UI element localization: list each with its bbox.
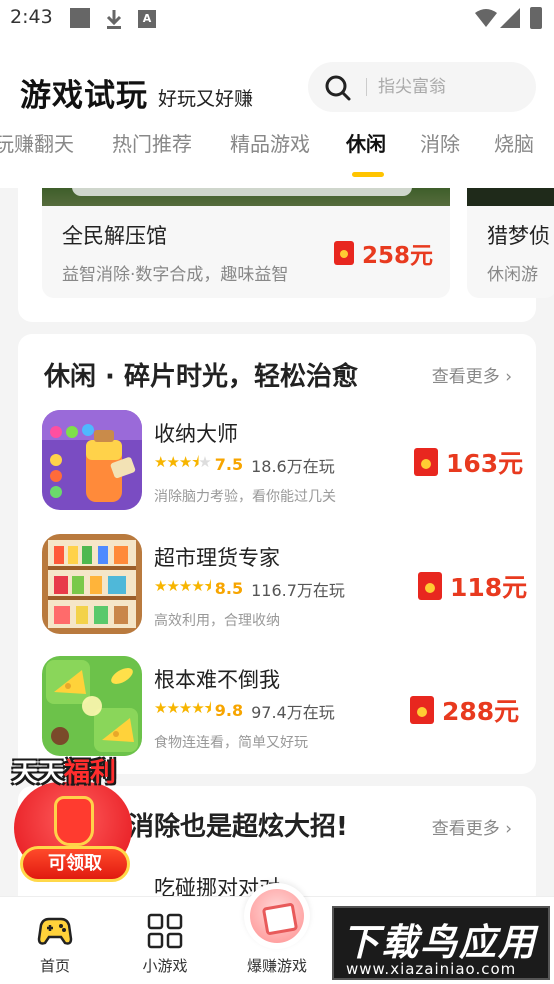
grid-icon <box>147 913 183 949</box>
reward-badge: 288元 <box>410 692 519 728</box>
game-rating: 8.5 <box>214 579 244 598</box>
potion-sort-icon[interactable] <box>42 410 142 510</box>
casual-section: 休闲 · 碎片时光，轻松治愈 查看更多 › 收纳大师 ★★★⯨★ 7.5 18.… <box>18 334 536 774</box>
game-name: 根本难不倒我 <box>154 668 280 692</box>
nav-label: 小游戏 <box>142 957 188 975</box>
nav-hot-games[interactable]: 爆赚游戏 <box>222 897 332 984</box>
wifi-icon <box>475 9 497 27</box>
banner-desc: 益智消除·数字合成，趣味益智 <box>62 265 289 285</box>
daily-bonus-promo[interactable]: 天天福利 可领取 <box>8 752 142 886</box>
game-desc: 食物连连看，简单又好玩 <box>154 735 308 751</box>
tab-hot[interactable]: 热门推荐 <box>112 128 192 168</box>
status-time: 2:43 <box>10 6 53 28</box>
reward-badge: 118元 <box>418 568 527 604</box>
tab-premium[interactable]: 精品游戏 <box>230 128 310 168</box>
reward-value: 118元 <box>450 573 528 602</box>
banner-title: 全民解压馆 <box>62 224 167 248</box>
game-desc: 高效利用，合理收纳 <box>154 613 280 629</box>
search-icon[interactable] <box>324 74 352 102</box>
a-badge-icon: A <box>138 10 156 28</box>
game-row[interactable]: 收纳大师 ★★★⯨★ 7.5 18.6万在玩 消除脑力考验，看你能过几关 163… <box>18 410 536 514</box>
watermark-main: 下载鸟应用 <box>342 921 537 964</box>
battery-icon <box>530 7 542 29</box>
see-more-link[interactable]: 查看更多 › <box>432 814 512 839</box>
banner-image <box>467 188 554 206</box>
game-name: 收纳大师 <box>154 422 238 446</box>
reward-value: 258元 <box>362 243 434 269</box>
reward-badge: 258元 <box>334 236 433 270</box>
category-tabs: 玩赚翻天 热门推荐 精品游戏 休闲 消除 烧脑 <box>0 128 554 180</box>
game-name: 超市理货专家 <box>154 546 280 570</box>
banner-game[interactable]: 全民解压馆 益智消除·数字合成，趣味益智 258元 <box>42 188 450 298</box>
page-subtitle: 好玩又好赚 <box>158 88 254 110</box>
watermark-logo: 下载鸟应用 www.xiazainiao.com <box>332 906 550 980</box>
star-rating-icon: ★★★★⯨ <box>154 577 212 595</box>
active-tab-indicator <box>352 172 384 177</box>
game-meta: ★★★★⯨ 8.5 116.7万在玩 <box>154 576 345 601</box>
game-rating: 9.8 <box>214 701 244 720</box>
promo-title: 天天福利 <box>12 758 117 788</box>
game-players: 18.6万在玩 <box>251 456 335 476</box>
search-divider <box>366 78 367 96</box>
nav-home[interactable]: 首页 <box>0 897 110 984</box>
header: 游戏试玩 好玩又好赚 玩赚翻天 热门推荐 精品游戏 休闲 消除 烧脑 <box>0 38 554 188</box>
game-desc: 消除脑力考验，看你能过几关 <box>154 489 336 505</box>
game-row[interactable]: 根本难不倒我 ★★★★⯨ 9.8 97.4万在玩 食物连连看，简单又好玩 288… <box>18 656 536 760</box>
see-more-link[interactable]: 查看更多 › <box>432 362 512 387</box>
tab-casual[interactable]: 休闲 <box>346 128 386 168</box>
banner-desc: 休闲游 <box>487 265 538 285</box>
gamepad-icon <box>37 917 73 945</box>
section-title: 消除也是超炫大招! <box>128 812 348 842</box>
status-bar: 2:43 A <box>0 0 554 38</box>
page-title: 游戏试玩 <box>20 78 148 114</box>
nav-label: 首页 <box>39 957 70 975</box>
game-rating: 7.5 <box>214 455 244 474</box>
tab-brain[interactable]: 烧脑 <box>494 128 534 168</box>
banner-image <box>42 188 450 206</box>
shelf-goods-icon[interactable] <box>42 534 142 634</box>
red-packet-icon <box>418 572 442 600</box>
banner-title: 猎梦侦 <box>487 224 550 248</box>
tab-wanzhuan[interactable]: 玩赚翻天 <box>0 128 74 168</box>
cheese-match-icon[interactable] <box>42 656 142 756</box>
star-rating-icon: ★★★★⯨ <box>154 699 212 717</box>
banner-game-2[interactable]: 猎梦侦 休闲游 <box>467 188 554 298</box>
download-icon <box>106 10 122 29</box>
game-meta: ★★★★⯨ 9.8 97.4万在玩 <box>154 698 335 723</box>
red-packet-icon <box>414 448 438 476</box>
game-players: 116.7万在玩 <box>251 580 345 600</box>
reward-value: 163元 <box>446 449 524 478</box>
reward-badge: 163元 <box>414 444 523 480</box>
game-meta: ★★★⯨★ 7.5 18.6万在玩 <box>154 452 335 477</box>
star-rating-icon: ★★★⯨★ <box>154 453 212 471</box>
game-row[interactable]: 超市理货专家 ★★★★⯨ 8.5 116.7万在玩 高效利用，合理收纳 118元 <box>18 534 536 638</box>
game-players: 97.4万在玩 <box>251 702 335 722</box>
claim-button[interactable]: 可领取 <box>20 846 130 882</box>
search-box[interactable] <box>308 62 536 112</box>
nav-label: 爆赚游戏 <box>246 957 307 975</box>
watermark-url: www.xiazainiao.com <box>346 960 517 978</box>
signal-icon <box>500 8 520 28</box>
tab-match[interactable]: 消除 <box>420 128 460 168</box>
nav-minigames[interactable]: 小游戏 <box>110 897 220 984</box>
search-input[interactable] <box>378 74 528 100</box>
red-packet-icon <box>334 241 354 265</box>
section-title: 休闲 · 碎片时光，轻松治愈 <box>44 362 358 392</box>
red-packet-icon <box>410 696 434 724</box>
reward-value: 288元 <box>442 697 520 726</box>
notification-square-icon <box>70 8 90 28</box>
lucky-bag-icon <box>54 796 94 846</box>
